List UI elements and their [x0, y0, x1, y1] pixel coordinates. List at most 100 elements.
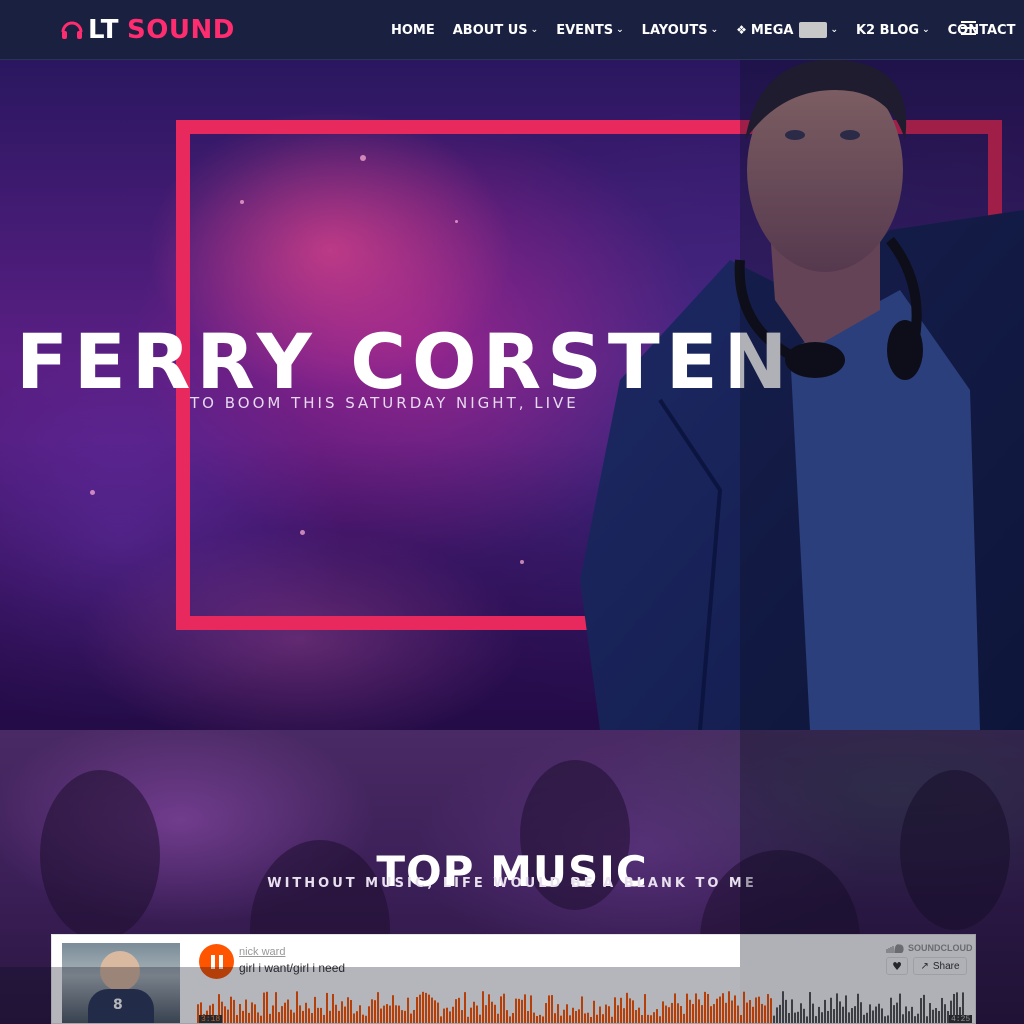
waveform-bar: [377, 992, 379, 1023]
waveform-bar: [731, 1000, 733, 1023]
waveform-bar: [491, 1001, 493, 1023]
waveform-bar: [341, 1001, 343, 1023]
waveform-bar: [230, 996, 232, 1023]
waveform-bar: [785, 999, 787, 1023]
track-artwork[interactable]: 8: [62, 943, 180, 1023]
waveform-bar: [830, 997, 832, 1023]
waveform-bar: [926, 1016, 928, 1023]
section-subtitle: WITHOUT MUSIC, LIFE WOULD BE A BLANK TO …: [267, 876, 757, 891]
time-elapsed: 3:18: [199, 1015, 223, 1024]
nav-layouts[interactable]: LAYOUTS ⌄: [642, 23, 718, 38]
artwork-face: [100, 951, 140, 991]
waveform-bar: [371, 999, 373, 1023]
waveform-bar: [593, 1000, 595, 1023]
waveform-bar: [863, 1014, 865, 1023]
waveform-bar: [416, 997, 418, 1023]
waveform-bar: [587, 1012, 589, 1023]
nav-contact[interactable]: CONTACT: [948, 23, 1016, 38]
waveform-bar: [236, 1015, 238, 1023]
waveform-bar: [851, 1008, 853, 1023]
waveform-bar: [404, 1010, 406, 1023]
waveform-bar: [362, 1014, 364, 1023]
waveform-bar: [524, 994, 526, 1023]
waveform-bar: [782, 991, 784, 1023]
waveform-bar: [860, 1002, 862, 1023]
like-button[interactable]: ♥: [886, 957, 908, 975]
waveform-bar: [770, 998, 772, 1023]
waveform-bar: [329, 1010, 331, 1023]
cog-icon: ❖: [736, 23, 747, 37]
heart-icon: ♥: [892, 959, 902, 973]
waveform-bar: [536, 1016, 538, 1023]
waveform-bar: [464, 992, 466, 1023]
waveform-bar: [293, 1012, 295, 1023]
nav-mega-label: MEGA: [750, 22, 794, 38]
waveform-bar: [245, 999, 247, 1023]
pause-button[interactable]: [199, 944, 234, 979]
waveform-bar: [500, 996, 502, 1023]
waveform-bar: [299, 1005, 301, 1023]
waveform-bar: [680, 1006, 682, 1023]
waveform-bar: [596, 1014, 598, 1023]
hamburger-icon[interactable]: [961, 21, 976, 35]
waveform-bar: [716, 998, 718, 1023]
soundcloud-player: 8 nick ward girl i want/girl i need SOUN…: [51, 934, 976, 1024]
waveform-bar: [662, 1001, 664, 1023]
waveform-bar: [527, 1011, 529, 1023]
waveform-bar: [482, 991, 484, 1023]
waveform-bar: [620, 997, 622, 1023]
waveform-bar: [347, 997, 349, 1023]
soundcloud-logo[interactable]: SOUNDCLOUD: [886, 943, 973, 953]
waveform-bar: [893, 1005, 895, 1023]
waveform-bar: [653, 1012, 655, 1023]
waveform-bar: [740, 1015, 742, 1023]
waveform-bar: [878, 1003, 880, 1023]
waveform-bar: [440, 1016, 442, 1023]
waveform-bar: [251, 1002, 253, 1023]
track-user-link[interactable]: nick ward: [239, 946, 285, 958]
waveform-bar: [911, 1006, 913, 1023]
nav-about-us[interactable]: ABOUT US ⌄: [453, 23, 538, 38]
mega-badge: [799, 22, 828, 38]
waveform-bar: [578, 1009, 580, 1023]
hero-title: FERRY CORSTEN: [16, 316, 794, 406]
waveform-bar: [449, 1011, 451, 1023]
waveform-bar: [605, 1004, 607, 1023]
share-button[interactable]: ↗ Share: [913, 957, 967, 975]
waveform-bar: [575, 1011, 577, 1023]
waveform-bar: [776, 1007, 778, 1023]
nav-events[interactable]: EVENTS ⌄: [556, 23, 623, 38]
nav-mega[interactable]: ❖ MEGA ⌄: [736, 22, 838, 38]
track-title[interactable]: girl i want/girl i need: [239, 961, 345, 975]
nav-home[interactable]: HOME: [391, 23, 435, 38]
waveform-bar: [260, 1015, 262, 1023]
waveform-bar: [773, 1015, 775, 1023]
waveform-bar: [944, 1004, 946, 1023]
waveform-bar: [806, 1016, 808, 1023]
waveform-bar: [269, 1013, 271, 1023]
nav-events-label: EVENTS: [556, 22, 614, 38]
waveform-bar: [881, 1008, 883, 1023]
waveform-bar: [761, 1003, 763, 1023]
waveform-bar: [227, 1009, 229, 1023]
waveform[interactable]: [197, 987, 967, 1024]
waveform-bar: [443, 1008, 445, 1023]
waveform-bar: [728, 991, 730, 1023]
waveform-bar: [344, 1006, 346, 1023]
nav-k2-blog[interactable]: K2 BLOG ⌄: [856, 23, 930, 38]
nav-home-label: HOME: [391, 22, 435, 38]
logo-text-lt: LT: [88, 15, 119, 45]
main-nav: HOME ABOUT US ⌄ EVENTS ⌄ LAYOUTS ⌄ ❖ MEG…: [391, 0, 1024, 60]
waveform-bar: [821, 1012, 823, 1023]
waveform-bar: [422, 991, 424, 1023]
waveform-bar: [701, 1005, 703, 1023]
waveform-bar: [626, 992, 628, 1023]
waveform-bar: [599, 1006, 601, 1023]
site-logo[interactable]: LT SOUND: [60, 14, 235, 46]
waveform-bar: [389, 1005, 391, 1023]
waveform-bar: [278, 1012, 280, 1023]
waveform-bar: [353, 1013, 355, 1023]
waveform-bar: [233, 999, 235, 1023]
waveform-bar: [722, 993, 724, 1023]
waveform-bar: [608, 1006, 610, 1023]
